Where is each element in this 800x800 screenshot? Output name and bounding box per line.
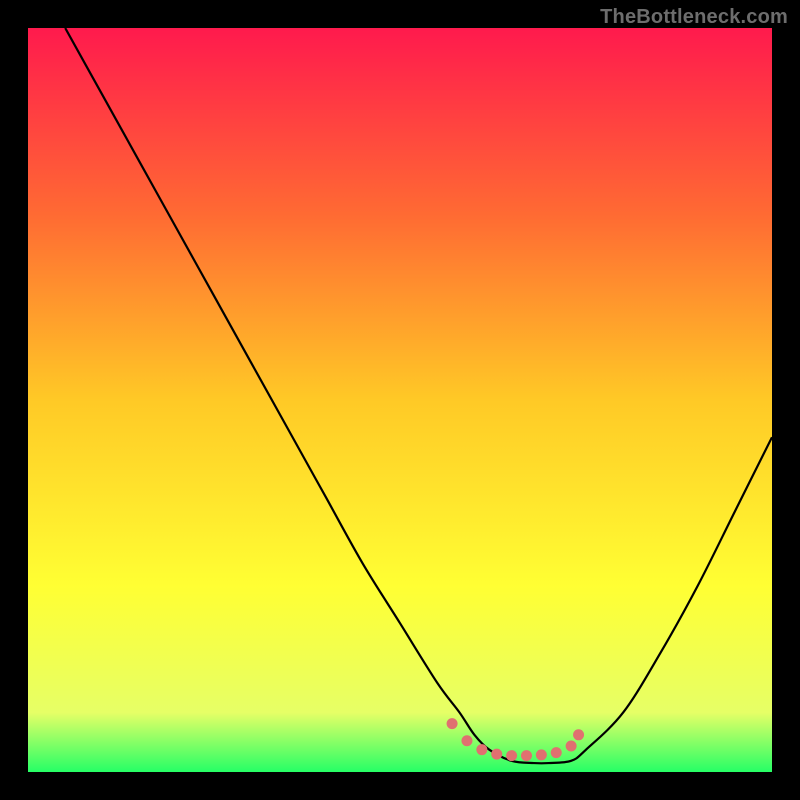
highlight-dot bbox=[573, 729, 584, 740]
highlight-dot bbox=[447, 718, 458, 729]
bottleneck-chart bbox=[28, 28, 772, 772]
watermark-label: TheBottleneck.com bbox=[600, 6, 788, 29]
chart-background bbox=[28, 28, 772, 772]
chart-svg bbox=[28, 28, 772, 772]
highlight-dot bbox=[521, 750, 532, 761]
highlight-dot bbox=[461, 735, 472, 746]
highlight-dot bbox=[536, 749, 547, 760]
highlight-dot bbox=[551, 747, 562, 758]
highlight-dot bbox=[506, 750, 517, 761]
highlight-dot bbox=[566, 740, 577, 751]
highlight-dot bbox=[476, 744, 487, 755]
highlight-dot bbox=[491, 749, 502, 760]
